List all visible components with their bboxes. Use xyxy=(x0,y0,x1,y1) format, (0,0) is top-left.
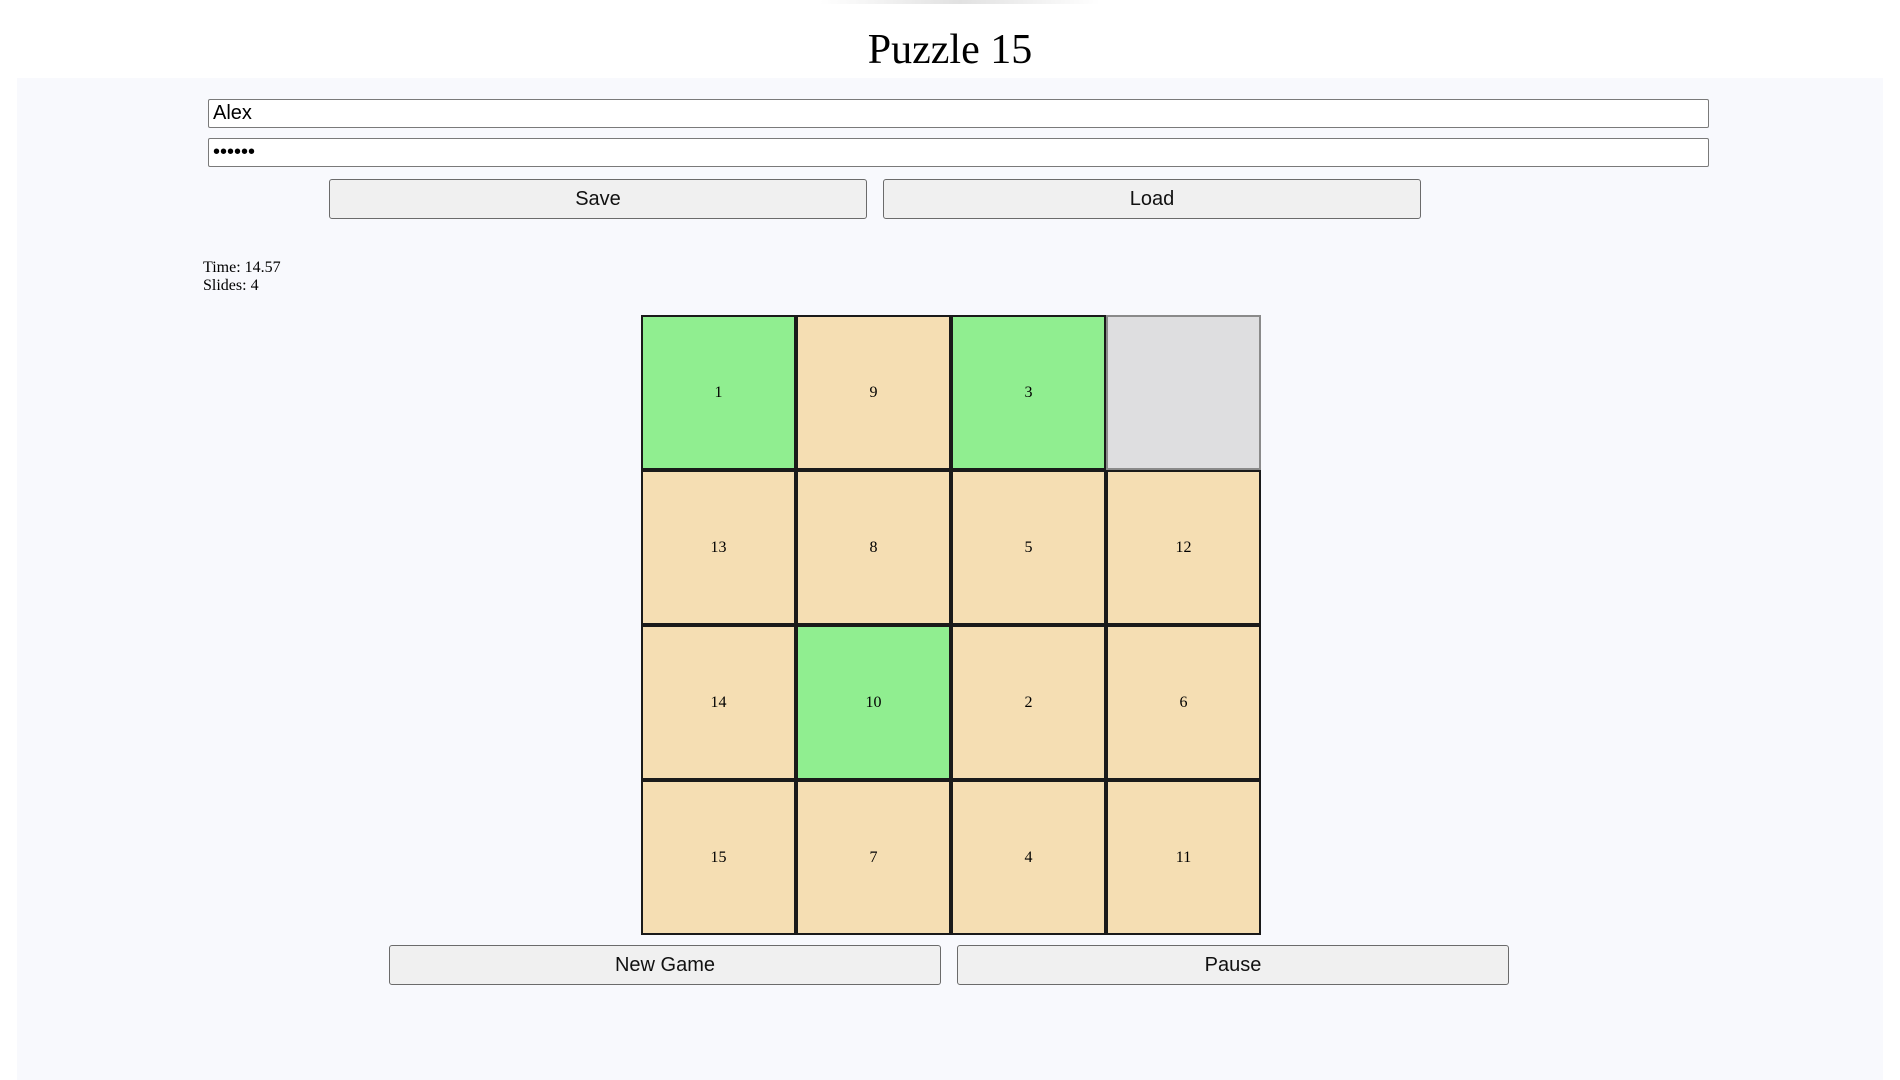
tile[interactable]: 5 xyxy=(951,470,1106,625)
game-panel: Save Load Time: 14.57 Slides: 4 193 13851… xyxy=(17,78,1883,1080)
puzzle-board: 1 9 3 13 8 5 12 14 10 2 6 15 7 4 11 xyxy=(641,315,1261,935)
tile[interactable]: 2 xyxy=(951,625,1106,780)
tile[interactable]: 14 xyxy=(641,625,796,780)
page: Puzzle 15 Save Load Time: 14.57 Slides: … xyxy=(0,0,1900,1080)
tile[interactable]: 4 xyxy=(951,780,1106,935)
slides-readout: Slides: 4 xyxy=(203,277,259,294)
password-input[interactable] xyxy=(208,138,1709,167)
tile[interactable]: 10 xyxy=(796,625,951,780)
pause-button[interactable]: Pause xyxy=(957,945,1509,985)
tile[interactable]: 8 xyxy=(796,470,951,625)
save-button[interactable]: Save xyxy=(329,179,867,219)
tile[interactable]: 13 xyxy=(641,470,796,625)
username-input[interactable] xyxy=(208,99,1709,128)
empty-slot xyxy=(1106,315,1261,470)
tile[interactable]: 11 xyxy=(1106,780,1261,935)
tile[interactable]: 12 xyxy=(1106,470,1261,625)
tile[interactable]: 15 xyxy=(641,780,796,935)
time-readout: Time: 14.57 xyxy=(203,259,281,276)
game-stats: Time: 14.57 Slides: 4 xyxy=(203,259,281,295)
tile[interactable]: 1 xyxy=(641,315,796,470)
tile[interactable]: 9 xyxy=(796,315,951,470)
tile[interactable]: 6 xyxy=(1106,625,1261,780)
tile[interactable]: 7 xyxy=(796,780,951,935)
tile[interactable]: 3 xyxy=(951,315,1106,470)
page-title: Puzzle 15 xyxy=(867,27,1033,73)
new-game-button[interactable]: New Game xyxy=(389,945,941,985)
load-button[interactable]: Load xyxy=(883,179,1421,219)
top-accent-bar xyxy=(820,0,1100,4)
